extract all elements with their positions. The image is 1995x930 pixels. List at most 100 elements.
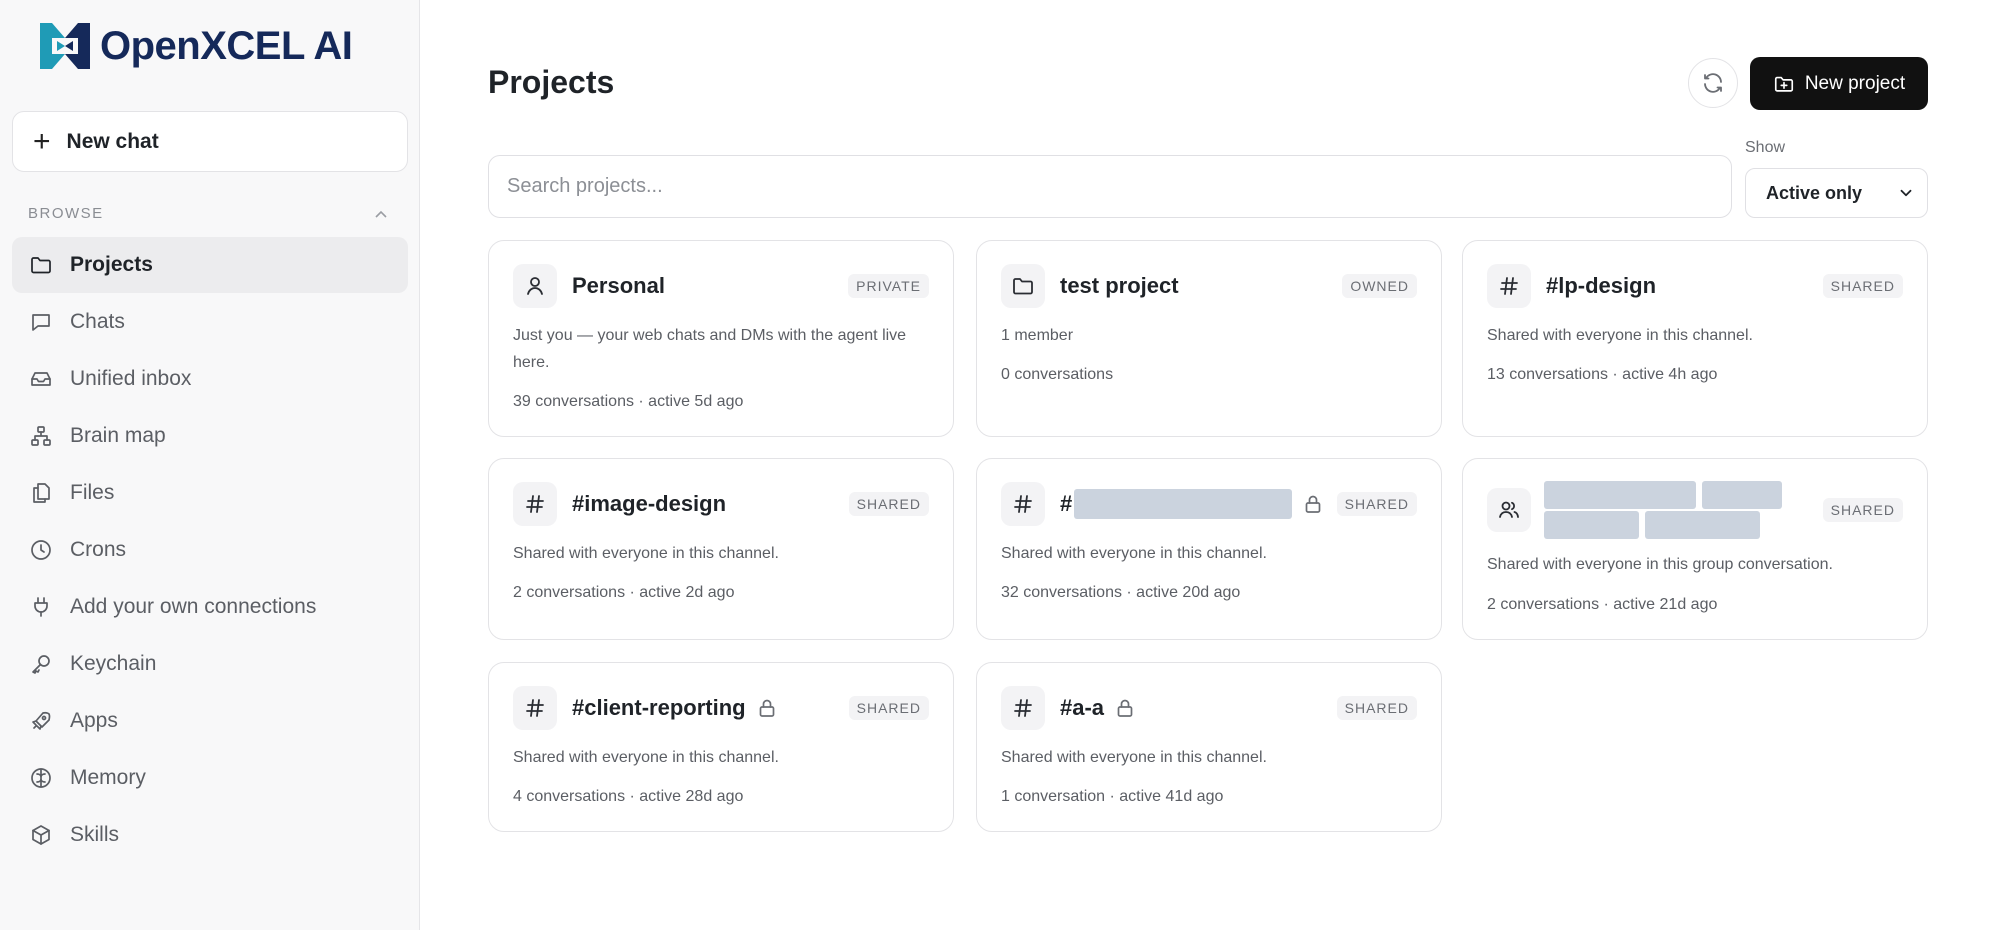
sidebar-item-crons[interactable]: Crons <box>12 522 408 578</box>
new-chat-label: New chat <box>66 129 159 153</box>
project-card-lp-design[interactable]: #lp-design SHARED Shared with everyone i… <box>1462 240 1928 437</box>
chat-bubble-icon <box>28 309 54 335</box>
sidebar: OpenXCEL AI + New chat BROWSE Projects C… <box>0 0 420 930</box>
app-window: OpenXCEL AI + New chat BROWSE Projects C… <box>0 0 1995 930</box>
chevron-up-icon[interactable] <box>374 206 388 222</box>
sidebar-item-chats[interactable]: Chats <box>12 294 408 350</box>
brand-name: OpenXCEL AI <box>100 23 353 68</box>
visibility-badge: SHARED <box>848 492 929 516</box>
hash-icon <box>1001 482 1045 526</box>
project-description: 1 member <box>1001 327 1074 344</box>
folder-plus-icon <box>1774 76 1793 92</box>
lock-icon <box>758 698 776 718</box>
sidebar-item-memory[interactable]: Memory <box>12 750 408 806</box>
project-description: Shared with everyone in this channel. <box>1487 327 1753 344</box>
browse-label: BROWSE <box>28 205 104 222</box>
redacted-name-block <box>1074 489 1293 519</box>
show-filter-value: Active only <box>1766 182 1863 203</box>
sidebar-item-label: Memory <box>70 766 146 789</box>
show-filter-label: Show <box>1745 139 1786 156</box>
hash-icon <box>513 482 557 526</box>
project-card-a-a[interactable]: #a-a SHARED Shared with everyone in this… <box>976 662 1442 832</box>
project-meta: 4 conversations · active 28d ago <box>513 788 744 805</box>
sidebar-item-label: Crons <box>70 538 127 561</box>
cube-icon <box>28 822 54 848</box>
rocket-icon <box>28 708 54 734</box>
sidebar-item-skills[interactable]: Skills <box>12 807 408 863</box>
sidebar-item-brain-map[interactable]: Brain map <box>12 408 408 464</box>
new-project-button[interactable]: New project <box>1750 57 1928 110</box>
project-description: Shared with everyone in this channel. <box>1001 545 1267 562</box>
sidebar-item-projects[interactable]: Projects <box>12 237 408 293</box>
lock-icon <box>1116 698 1134 718</box>
sidebar-item-unified-inbox[interactable]: Unified inbox <box>12 351 408 407</box>
project-description: Shared with everyone in this channel. <box>513 749 779 766</box>
project-description: Shared with everyone in this group conve… <box>1487 556 1833 573</box>
sidebar-item-apps[interactable]: Apps <box>12 693 408 749</box>
refresh-icon <box>1704 73 1722 93</box>
project-card-redacted-group[interactable]: SHARED Shared with everyone in this grou… <box>1462 458 1928 640</box>
project-name: #a-a <box>1060 695 1105 720</box>
project-name: test project <box>1060 273 1179 298</box>
search-input[interactable] <box>488 155 1732 218</box>
sidebar-item-add-connections[interactable]: Add your own connections <box>12 579 408 635</box>
sidebar-item-label: Apps <box>70 709 118 732</box>
redacted-name-block <box>1702 481 1782 509</box>
project-card-redacted-channel[interactable]: # SHARED Shared with everyone in this ch… <box>976 458 1442 640</box>
project-description: Shared with everyone in this channel. <box>513 545 779 562</box>
project-card-test-project[interactable]: test project OWNED 1 member 0 conversati… <box>976 240 1442 437</box>
visibility-badge: SHARED <box>1822 498 1903 522</box>
brand[interactable]: OpenXCEL AI <box>38 20 353 72</box>
visibility-badge: SHARED <box>848 696 929 720</box>
sidebar-item-keychain[interactable]: Keychain <box>12 636 408 692</box>
project-meta: 2 conversations · active 2d ago <box>513 584 735 601</box>
project-card-image-design[interactable]: #image-design SHARED Shared with everyon… <box>488 458 954 640</box>
project-name: #client-reporting <box>572 695 746 720</box>
inbox-icon <box>28 366 54 392</box>
refresh-button[interactable] <box>1688 58 1738 108</box>
sidebar-item-label: Keychain <box>70 652 157 675</box>
project-meta: 2 conversations · active 21d ago <box>1487 596 1718 613</box>
brand-logo-icon <box>40 23 90 69</box>
project-description: Shared with everyone in this channel. <box>1001 749 1267 766</box>
visibility-badge: SHARED <box>1336 696 1417 720</box>
users-icon <box>1487 488 1531 532</box>
new-chat-button[interactable]: + New chat <box>12 111 408 172</box>
project-card-personal[interactable]: Personal PRIVATE Just you — your web cha… <box>488 240 954 437</box>
new-project-label: New project <box>1804 72 1906 94</box>
project-name: #image-design <box>572 491 727 516</box>
visibility-badge: OWNED <box>1342 274 1417 298</box>
page-title: Projects <box>488 64 615 100</box>
sidebar-item-label: Chats <box>70 310 125 333</box>
redacted-name-block <box>1544 511 1639 539</box>
redacted-name-block <box>1645 511 1760 539</box>
project-meta: 13 conversations · active 4h ago <box>1487 366 1718 383</box>
key-icon <box>28 651 54 677</box>
sidebar-item-label: Add your own connections <box>70 595 317 618</box>
user-icon <box>513 264 557 308</box>
project-description: Just you — your web chats and DMs with t… <box>513 327 907 371</box>
project-meta: 39 conversations · active 5d ago <box>513 393 744 410</box>
visibility-badge: SHARED <box>1336 492 1417 516</box>
visibility-badge: SHARED <box>1822 274 1903 298</box>
lock-icon <box>1304 494 1322 514</box>
project-meta: 1 conversation · active 41d ago <box>1001 788 1224 805</box>
hash-icon <box>1001 686 1045 730</box>
sidebar-item-label: Unified inbox <box>70 367 192 390</box>
browse-section-header[interactable]: BROWSE <box>28 205 388 222</box>
project-meta: 32 conversations · active 20d ago <box>1001 584 1241 601</box>
plus-icon: + <box>33 124 51 158</box>
redacted-name-block <box>1544 481 1696 509</box>
project-meta: 0 conversations <box>1001 366 1114 383</box>
show-filter-select[interactable]: Active only <box>1745 168 1928 218</box>
plug-icon <box>28 594 54 620</box>
hierarchy-icon <box>28 423 54 449</box>
project-card-client-reporting[interactable]: #client-reporting SHARED Shared with eve… <box>488 662 954 832</box>
project-name: # <box>1060 491 1073 516</box>
sidebar-item-label: Projects <box>70 253 153 276</box>
sidebar-item-files[interactable]: Files <box>12 465 408 521</box>
folder-icon <box>1001 264 1045 308</box>
sidebar-nav: Projects Chats Unified inbox Brain map F… <box>12 237 408 864</box>
sidebar-item-label: Files <box>70 481 115 504</box>
sidebar-item-label: Skills <box>70 823 120 846</box>
